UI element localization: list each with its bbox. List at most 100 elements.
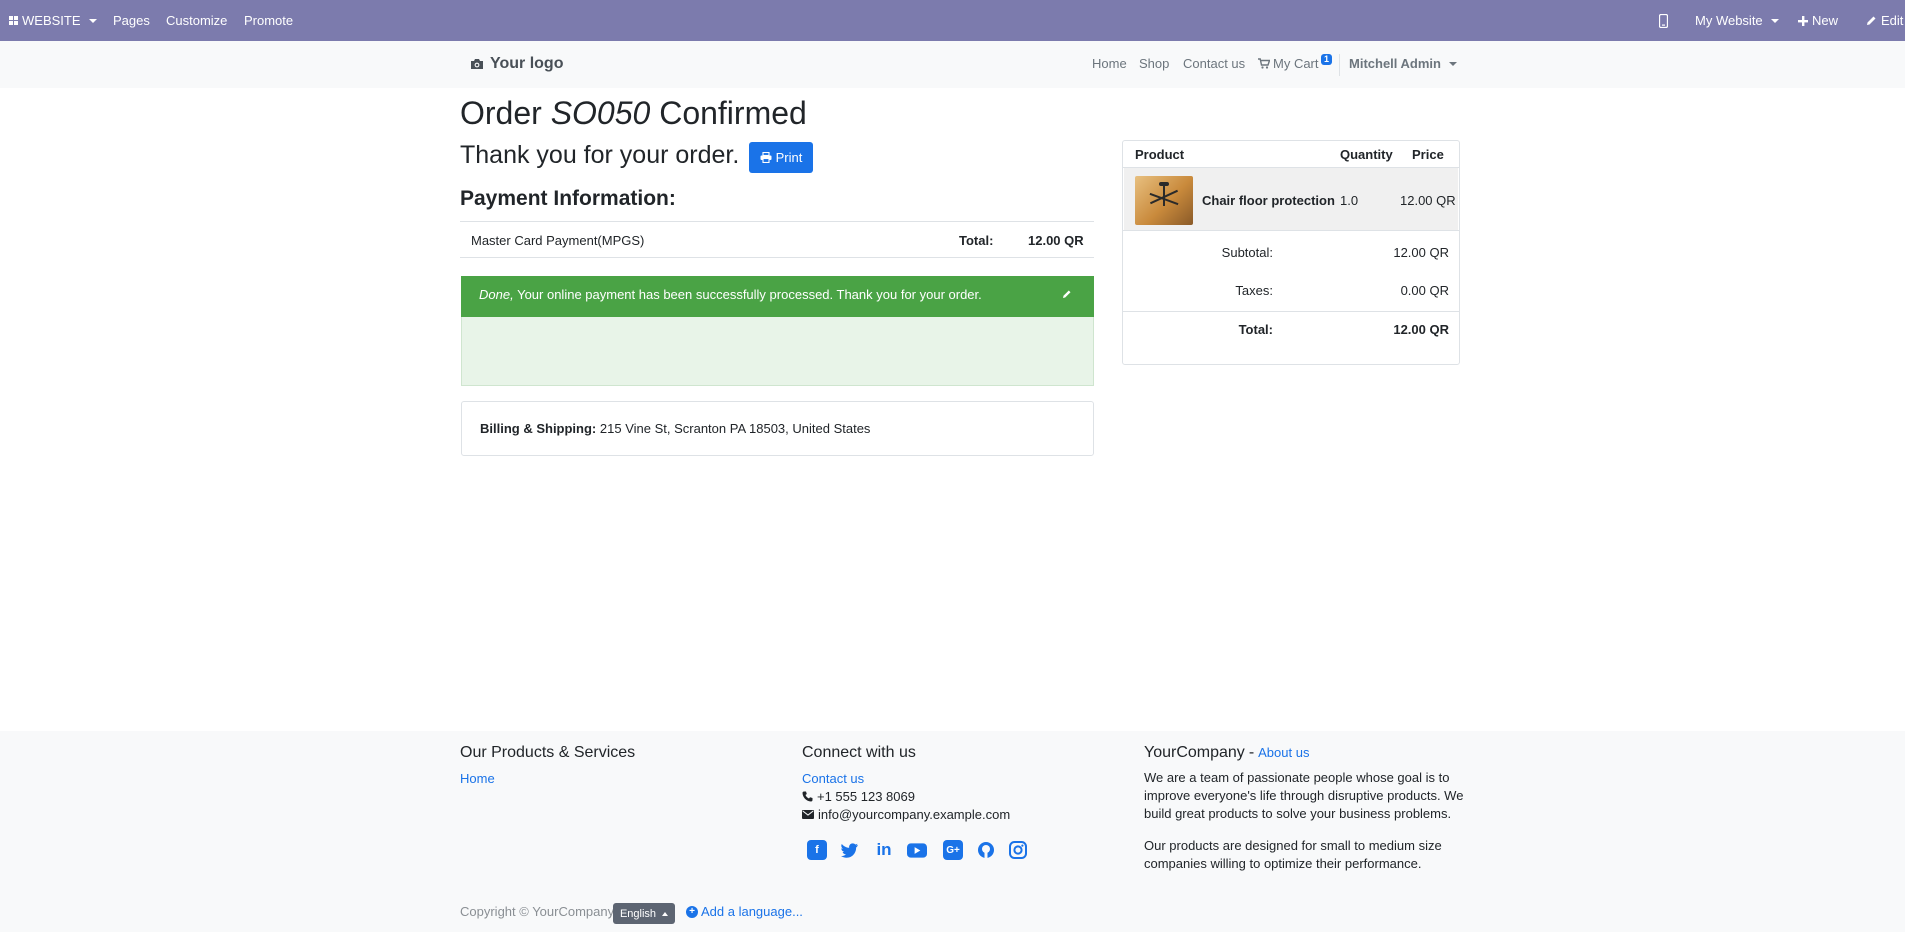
github-icon[interactable] [976, 840, 996, 860]
print-label: Print [775, 150, 803, 165]
site-footer [0, 731, 1905, 932]
cart-label: My Cart [1273, 56, 1319, 71]
alert-body [461, 317, 1094, 386]
divider [1123, 230, 1459, 231]
pencil-icon [1867, 16, 1876, 25]
facebook-icon[interactable]: f [807, 840, 827, 860]
heading-separator: - [1248, 744, 1255, 761]
footer-home-link[interactable]: Home [460, 771, 495, 786]
pencil-icon[interactable] [1062, 289, 1072, 299]
nav-my-cart[interactable]: My Cart [1258, 56, 1319, 71]
envelope-icon [802, 810, 814, 819]
footer-contact-link[interactable]: Contact us [802, 771, 864, 786]
taxes-value: 0.00 QR [1400, 283, 1449, 298]
alert-status: Done, [479, 287, 514, 302]
caret-down-icon [88, 18, 97, 23]
logo-text: Your logo [490, 55, 564, 72]
billing-address: 215 Vine St, Scranton PA 18503, United S… [599, 421, 871, 436]
divider [1123, 311, 1459, 312]
col-quantity: Quantity [1340, 147, 1393, 162]
footer-email: info@yourcompany.example.com [802, 807, 1010, 822]
caret-down-icon [1448, 61, 1457, 66]
caret-up-icon [662, 911, 669, 916]
new-label: New [1812, 13, 1839, 28]
user-menu[interactable]: Mitchell Admin [1349, 56, 1457, 71]
add-language-link[interactable]: + Add a language... [686, 904, 803, 919]
order-title-suffix: Confirmed [659, 95, 807, 131]
payment-total-value: 12.00 QR [1028, 233, 1084, 248]
website-menu-button[interactable]: WEBSITE [9, 0, 97, 41]
instagram-icon[interactable] [1008, 840, 1028, 860]
pages-menu[interactable]: Pages [113, 0, 150, 41]
divider [460, 221, 1094, 222]
cart-count-badge: 1 [1321, 54, 1333, 65]
thank-you-message: Thank you for your order. [460, 141, 740, 169]
site-logo[interactable]: Your logo [470, 55, 563, 73]
product-quantity: 1.0 [1340, 193, 1359, 208]
my-website-label: My Website [1695, 13, 1763, 28]
billing-shipping-card: Billing & Shipping: 215 Vine St, Scranto… [461, 401, 1094, 456]
payment-total-label: Total: [959, 233, 994, 248]
payment-method: Master Card Payment(MPGS) [471, 233, 645, 248]
billing-label: Billing & Shipping: [480, 421, 597, 436]
add-language-label: Add a language... [701, 904, 803, 919]
language-selector[interactable]: English [613, 903, 675, 924]
my-website-menu[interactable]: My Website [1695, 0, 1779, 41]
site-header: Your logo Home Shop Contact us My Cart 1… [0, 41, 1905, 88]
mobile-preview-button[interactable] [1659, 0, 1668, 41]
mobile-icon [1659, 13, 1668, 28]
admin-navbar: WEBSITE Pages Customize Promote My Websi… [0, 0, 1905, 41]
nav-home[interactable]: Home [1092, 56, 1127, 71]
printer-icon [760, 152, 772, 163]
products-services-heading: Our Products & Services [460, 744, 636, 761]
youtube-icon[interactable] [907, 840, 927, 860]
company-description: We are a team of passionate people whose… [1144, 770, 1464, 821]
user-name: Mitchell Admin [1349, 56, 1441, 71]
email-address: info@yourcompany.example.com [818, 807, 1011, 822]
print-button[interactable]: Print [749, 142, 813, 173]
order-summary-card: Product Quantity Price Chair floor prote… [1122, 140, 1460, 365]
order-title-prefix: Order [460, 95, 542, 131]
footer-phone: +1 555 123 8069 [802, 789, 915, 804]
order-number: SO050 [550, 95, 651, 131]
edit-label: Edit [1881, 13, 1904, 28]
plus-circle-icon: + [686, 905, 698, 918]
language-label: English [619, 907, 657, 920]
new-button[interactable]: New [1798, 0, 1838, 41]
nav-divider [1339, 54, 1340, 76]
linkedin-icon[interactable]: in [874, 840, 894, 860]
website-menu-label: WEBSITE [22, 13, 81, 28]
camera-icon [471, 59, 483, 69]
payment-success-alert: Done, Your online payment has been succe… [461, 276, 1094, 317]
google-plus-icon[interactable]: G+ [943, 840, 963, 860]
summary-total-label: Total: [1238, 322, 1273, 337]
phone-icon [802, 791, 813, 802]
payment-info-heading: Payment Information: [460, 187, 676, 210]
apps-grid-icon [9, 16, 18, 25]
subtotal-value: 12.00 QR [1393, 245, 1449, 260]
subtotal-label: Subtotal: [1221, 245, 1273, 260]
phone-number: +1 555 123 8069 [817, 789, 915, 804]
alert-message: Your online payment has been successfull… [517, 287, 982, 302]
company-heading: YourCompany - About us [1144, 744, 1309, 762]
col-product: Product [1135, 147, 1185, 162]
promote-menu[interactable]: Promote [244, 0, 293, 41]
taxes-label: Taxes: [1235, 283, 1273, 298]
cart-icon [1258, 58, 1270, 69]
plus-icon [1798, 15, 1808, 26]
nav-contact-us[interactable]: Contact us [1183, 56, 1245, 71]
caret-down-icon [1770, 18, 1779, 23]
about-us-link[interactable]: About us [1258, 745, 1309, 760]
divider [460, 257, 1094, 258]
copyright-text: Copyright © YourCompany [460, 904, 615, 919]
connect-heading: Connect with us [802, 744, 916, 761]
order-title: Order SO050 Confirmed [460, 95, 807, 132]
edit-button[interactable]: Edit [1866, 0, 1903, 41]
company-tagline: Our products are designed for small to m… [1144, 838, 1442, 871]
product-name[interactable]: Chair floor protection [1202, 193, 1335, 208]
nav-shop[interactable]: Shop [1139, 56, 1169, 71]
twitter-icon[interactable] [840, 840, 860, 860]
customize-menu[interactable]: Customize [166, 0, 227, 41]
product-image[interactable] [1135, 176, 1193, 225]
product-price: 12.00 QR [1400, 193, 1456, 208]
